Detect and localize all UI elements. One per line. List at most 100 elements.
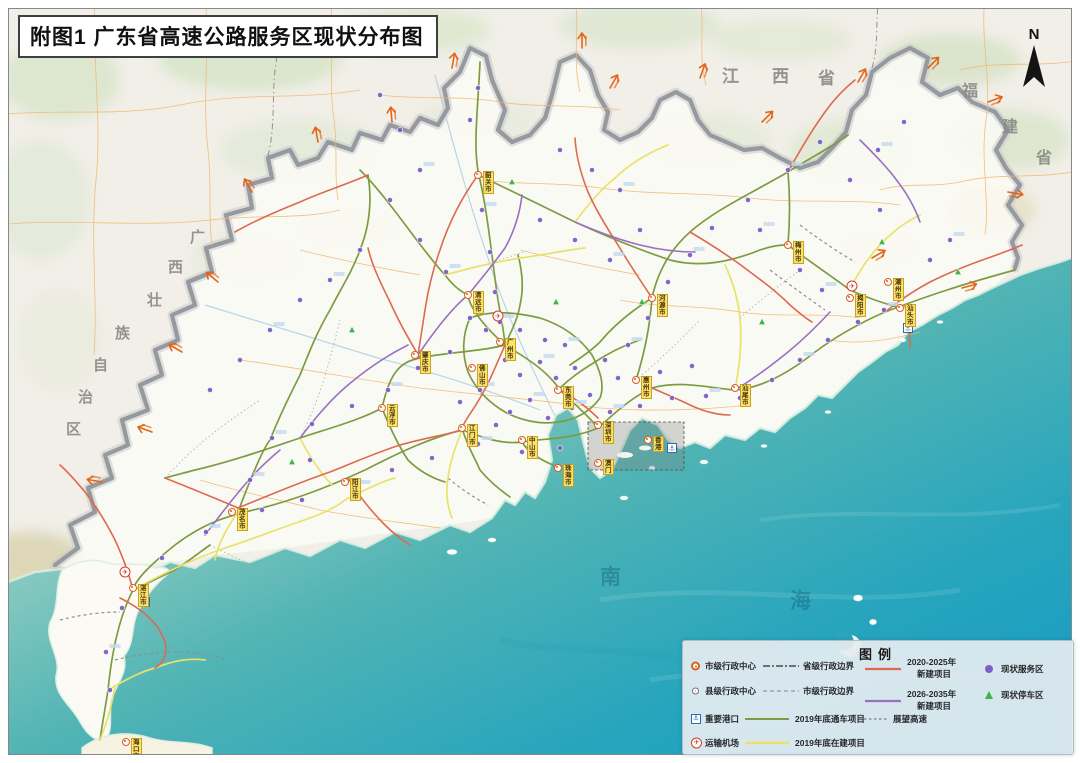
province-label-char: 南 (600, 565, 621, 589)
service-area-dot (269, 435, 274, 440)
new-2026-swatch (865, 698, 901, 704)
service-area-name-chip (474, 310, 485, 314)
legend: 图例 市级行政中心 县级行政中心 ⚓ 重要港口 ✈ 运输机场 省级行政边界 市级… (682, 640, 1074, 755)
legend-label: 2019年底在建项目 (795, 737, 865, 749)
legend-label: 现状停车区 (1001, 689, 1044, 701)
service-area-dot (119, 605, 124, 610)
legend-label: 新建项目 (917, 700, 951, 712)
service-area-name-chip (360, 480, 371, 484)
port-icon: ⚓ (691, 714, 701, 724)
service-area-dot (615, 375, 620, 380)
anchor-glyph: ⚓ (142, 600, 148, 607)
service-area-dot (669, 395, 674, 400)
service-area-dot (467, 315, 472, 320)
service-area-dot (625, 342, 630, 347)
service-area-dot (259, 507, 264, 512)
port-marker: ⚓ (904, 324, 913, 333)
province-label-char: 族 (115, 324, 131, 342)
service-area-name-chip (486, 202, 497, 206)
service-area-name-chip (888, 302, 899, 306)
province-label-char: 广 (190, 228, 205, 246)
service-area-dot (947, 237, 952, 242)
service-area-dot (349, 403, 354, 408)
service-area-dot (103, 649, 108, 654)
legend-label: 2026-2035年 (907, 688, 956, 700)
legend-label: 新建项目 (917, 668, 951, 680)
service-area-dot (443, 269, 448, 274)
port-marker: ⚓ (141, 598, 150, 607)
service-area-name-chip (804, 352, 815, 356)
service-area-dot (483, 327, 488, 332)
service-area-dot (569, 405, 574, 410)
north-label: N (1012, 26, 1056, 43)
parking-area-icon (985, 691, 993, 699)
service-area-dot (607, 409, 612, 414)
service-area-dot (517, 327, 522, 332)
service-area-dot (353, 485, 358, 490)
service-area-dot (207, 387, 212, 392)
service-area-dot (825, 337, 830, 342)
service-area-dot (817, 139, 822, 144)
legend-label: 重要港口 (705, 713, 739, 725)
service-area-name-chip (569, 337, 580, 341)
service-area-name-chip (792, 162, 803, 166)
service-area-dot (703, 393, 708, 398)
province-label-char: 江 (722, 67, 739, 86)
province-label-char: 西 (168, 259, 183, 276)
province-label-char: 建 (1002, 118, 1018, 136)
service-area-dot (357, 247, 362, 252)
service-area-dot (237, 357, 242, 362)
service-area-dot (572, 365, 577, 370)
service-area-dot (417, 237, 422, 242)
service-area-name-chip (544, 354, 555, 358)
service-area-dot (307, 457, 312, 462)
service-area-dot (769, 377, 774, 382)
service-area-dot (785, 167, 790, 172)
service-area-dot (389, 467, 394, 472)
service-area-dot (457, 399, 462, 404)
service-area-dot (159, 555, 164, 560)
map-figure: ⚓⚓⚓✈✈✈ 江西省福建省广西壮族自治区南海 广州市深圳市珠海市佛山市东莞市中山… (0, 0, 1080, 763)
service-area-dot (537, 359, 542, 364)
service-area-dot (385, 387, 390, 392)
service-area-dot (297, 297, 302, 302)
service-area-name-chip (954, 232, 965, 236)
service-area-dot (645, 315, 650, 320)
legend-label: 现状服务区 (1001, 663, 1044, 675)
service-area-name-chip (210, 524, 221, 528)
service-area-dot (847, 177, 852, 182)
service-area-name-chip (534, 392, 545, 396)
service-area-dot (475, 85, 480, 90)
service-area-dot (927, 257, 932, 262)
service-area-dot (107, 687, 112, 692)
service-area-dot (417, 167, 422, 172)
province-label-char: 区 (66, 421, 81, 438)
province-label-char: 治 (78, 388, 93, 406)
service-area-dot (492, 289, 497, 294)
service-area-dot (545, 415, 550, 420)
service-area-name-chip (764, 222, 775, 226)
service-area-name-chip (276, 430, 287, 434)
prospect-swatch (859, 716, 887, 722)
service-area-name-chip (576, 400, 587, 404)
service-area-dot (557, 147, 562, 152)
service-area-dot (447, 349, 452, 354)
legend-label: 市级行政中心 (705, 660, 756, 672)
service-area-dot (757, 227, 762, 232)
plane-glyph: ✈ (849, 284, 855, 291)
service-area-dot (387, 197, 392, 202)
service-area-dot (587, 392, 592, 397)
service-area-name-chip (826, 282, 837, 286)
service-area-dot (502, 357, 507, 362)
service-area-dot (203, 529, 208, 534)
service-area-name-chip (450, 264, 461, 268)
province-label-char: 省 (817, 68, 835, 88)
service-area-dot (542, 337, 547, 342)
service-area-dot (527, 397, 532, 402)
service-area-dot (493, 422, 498, 427)
service-area-dot (589, 167, 594, 172)
service-area-dot (475, 441, 480, 446)
legend-label: 省级行政边界 (803, 660, 854, 672)
legend-label: 展望高速 (893, 713, 927, 725)
service-area-name-chip (624, 182, 635, 186)
